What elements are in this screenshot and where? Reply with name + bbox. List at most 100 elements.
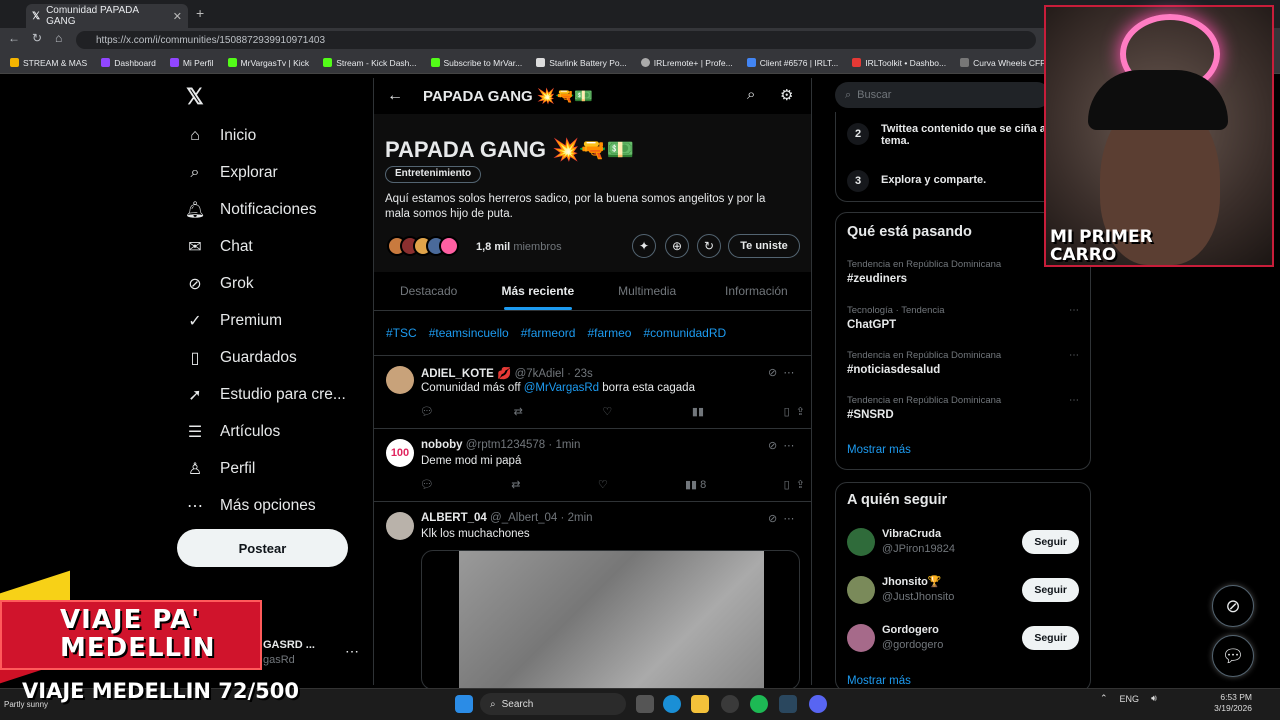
repost-icon[interactable]: ⇄ <box>511 478 520 491</box>
nav-articulos[interactable]: ☰ Artículos <box>186 423 280 441</box>
home-icon[interactable]: ⌂ <box>55 31 62 45</box>
like-icon[interactable]: ♡ <box>602 405 612 418</box>
nav-mas-opciones[interactable]: ⋯ Más opciones <box>186 497 316 515</box>
bookmark-item[interactable]: IRLremote+ | Profe... <box>640 58 733 68</box>
volume-icon[interactable]: 🔊︎ <box>1151 693 1157 704</box>
members-count[interactable]: 1,8 mil miembros <box>476 241 562 253</box>
weather-widget[interactable]: Partly sunny <box>4 700 48 709</box>
more-icon[interactable]: ⋯ <box>1069 350 1079 361</box>
more-icon[interactable]: ⋯ <box>1069 305 1079 316</box>
windows-start-icon[interactable] <box>455 695 473 713</box>
wifi-icon[interactable]: ⌃ <box>1100 693 1108 704</box>
reload-icon[interactable]: ↻ <box>32 31 42 45</box>
hashtag-link[interactable]: #TSC <box>386 326 417 340</box>
nav-perfil[interactable]: ♙ Perfil <box>186 460 256 478</box>
bookmark-item[interactable]: IRLToolkit • Dashbo... <box>852 58 946 68</box>
steam-icon[interactable] <box>779 695 797 713</box>
reply-icon[interactable]: 💬︎ <box>420 405 434 418</box>
nav-grok[interactable]: ⊘ Grok <box>186 275 253 293</box>
spotify-icon[interactable] <box>750 695 768 713</box>
post-author[interactable]: ALBERT_04 @_Albert_04 · 2min <box>421 512 593 524</box>
more-icon[interactable]: ⋯ <box>1069 395 1079 406</box>
obs-icon[interactable] <box>721 695 739 713</box>
back-icon[interactable]: ← <box>8 31 20 45</box>
chat-fab-icon[interactable]: 💬︎ <box>1212 635 1254 677</box>
taskbar-clock[interactable]: 6:53 PM 3/19/2026 <box>1206 692 1252 714</box>
nav-premium[interactable]: ✓ Premium <box>186 312 282 330</box>
follow-button[interactable]: Seguir <box>1022 530 1079 554</box>
trend-item[interactable]: Tendencia en República Dominicana #SNSRD ⋯ <box>847 395 1079 421</box>
hashtag-link[interactable]: #farmeo <box>587 326 631 340</box>
follow-suggestion[interactable]: Jhonsito🏆 @JustJhonsito Seguir <box>847 575 1079 605</box>
bookmark-share-icons[interactable]: ▯ ⇪ <box>784 478 805 491</box>
bookmark-item[interactable]: Starlink Battery Po... <box>536 58 627 68</box>
new-tab-icon[interactable]: + <box>196 5 204 21</box>
show-more-link[interactable]: Mostrar más <box>847 675 911 687</box>
avatar[interactable]: 100 <box>386 439 414 467</box>
bookmark-share-icons[interactable]: ▯ ⇪ <box>784 405 805 418</box>
bookmark-item[interactable]: Dashboard <box>101 58 156 68</box>
gear-icon[interactable]: ⚙ <box>780 86 793 104</box>
views-icon[interactable]: ▮▮ 8 <box>685 478 706 491</box>
bookmark-item[interactable]: Mi Perfil <box>169 58 214 68</box>
post-author[interactable]: noboby @rptm1234578 · 1min <box>421 439 580 451</box>
bookmark-item[interactable]: MrVargasTv | Kick <box>227 58 309 68</box>
nav-explorar[interactable]: ⌕ Explorar <box>186 164 278 182</box>
avatar[interactable] <box>386 512 414 540</box>
tab-mas-reciente[interactable]: Más reciente <box>483 272 592 310</box>
grok-fab-icon[interactable]: ⊘ <box>1212 585 1254 627</box>
discord-icon[interactable] <box>809 695 827 713</box>
like-icon[interactable]: ♡ <box>598 478 608 491</box>
follow-suggestion[interactable]: VibraCruda @JPiron19824 Seguir <box>847 527 1079 557</box>
post-media-image[interactable] <box>421 550 800 690</box>
taskbar-search[interactable]: ⌕ Search <box>480 693 626 715</box>
follow-button[interactable]: Seguir <box>1022 626 1079 650</box>
edge-icon[interactable] <box>663 695 681 713</box>
post-button[interactable]: Postear <box>177 529 348 567</box>
tab-multimedia[interactable]: Multimedia <box>593 272 702 310</box>
reply-icon[interactable]: 💬︎ <box>420 478 434 491</box>
avatar[interactable] <box>386 366 414 394</box>
nav-inicio[interactable]: ⌂ Inicio <box>186 127 256 145</box>
tab-informacion[interactable]: Información <box>702 272 811 310</box>
nav-notificaciones[interactable]: 🔔︎ Notificaciones <box>185 201 317 219</box>
search-input[interactable]: ⌕ Buscar <box>835 82 1050 108</box>
search-icon[interactable]: ⌕ <box>747 86 755 103</box>
back-arrow-icon[interactable]: ← <box>387 87 403 105</box>
sparkle-icon[interactable]: ✦ <box>632 234 656 258</box>
task-view-icon[interactable] <box>636 695 654 713</box>
category-badge[interactable]: Entretenimiento <box>385 166 482 183</box>
language-indicator[interactable]: ENG <box>1120 694 1140 704</box>
add-person-icon[interactable]: ⊕ <box>665 234 689 258</box>
hashtag-link[interactable]: #farmeord <box>521 326 576 340</box>
grok-icon[interactable]: ⊘ ⋯ <box>768 439 794 452</box>
more-icon[interactable]: ⋯ <box>345 643 359 660</box>
file-explorer-icon[interactable] <box>691 695 709 713</box>
share-icon[interactable]: ↻ <box>697 234 721 258</box>
follow-button[interactable]: Seguir <box>1022 578 1079 602</box>
nav-chat[interactable]: ✉ Chat <box>186 238 252 256</box>
x-home-logo[interactable]: 𝕏 <box>186 84 204 110</box>
hashtag-link[interactable]: #teamsincuello <box>429 326 509 340</box>
grok-icon[interactable]: ⊘ ⋯ <box>768 366 794 379</box>
trend-item[interactable]: Tendencia en República Dominicana #notici… <box>847 350 1079 376</box>
bookmark-item[interactable]: STREAM & MAS <box>10 58 87 68</box>
bookmark-item[interactable]: Curva Wheels CFF76 <box>960 58 1055 68</box>
account-switcher[interactable]: GASRD ... gasRd <box>263 638 315 668</box>
mention-link[interactable]: @MrVargasRd <box>524 382 599 394</box>
trend-item[interactable]: Tecnología · Tendencia ChatGPT ⋯ <box>847 305 1079 331</box>
url-field[interactable]: https://x.com/i/communities/150887293991… <box>76 31 1036 49</box>
joined-button[interactable]: Te uniste <box>728 234 800 258</box>
close-tab-icon[interactable]: ✕ <box>173 10 182 23</box>
nav-estudio[interactable]: ➚ Estudio para cre... <box>186 386 346 404</box>
show-more-link[interactable]: Mostrar más <box>847 444 911 456</box>
repost-icon[interactable]: ⇄ <box>514 405 523 418</box>
bookmark-item[interactable]: Stream - Kick Dash... <box>323 58 417 68</box>
views-icon[interactable]: ▮▮ <box>692 405 704 418</box>
member-avatars[interactable] <box>387 236 459 256</box>
bookmark-item[interactable]: Client #6576 | IRLT... <box>746 58 838 68</box>
bookmark-item[interactable]: Subscribe to MrVar... <box>430 58 522 68</box>
nav-guardados[interactable]: ▯ Guardados <box>186 349 297 367</box>
follow-suggestion[interactable]: Gordogero @gordogero Seguir <box>847 623 1079 653</box>
grok-icon[interactable]: ⊘ ⋯ <box>768 512 794 525</box>
